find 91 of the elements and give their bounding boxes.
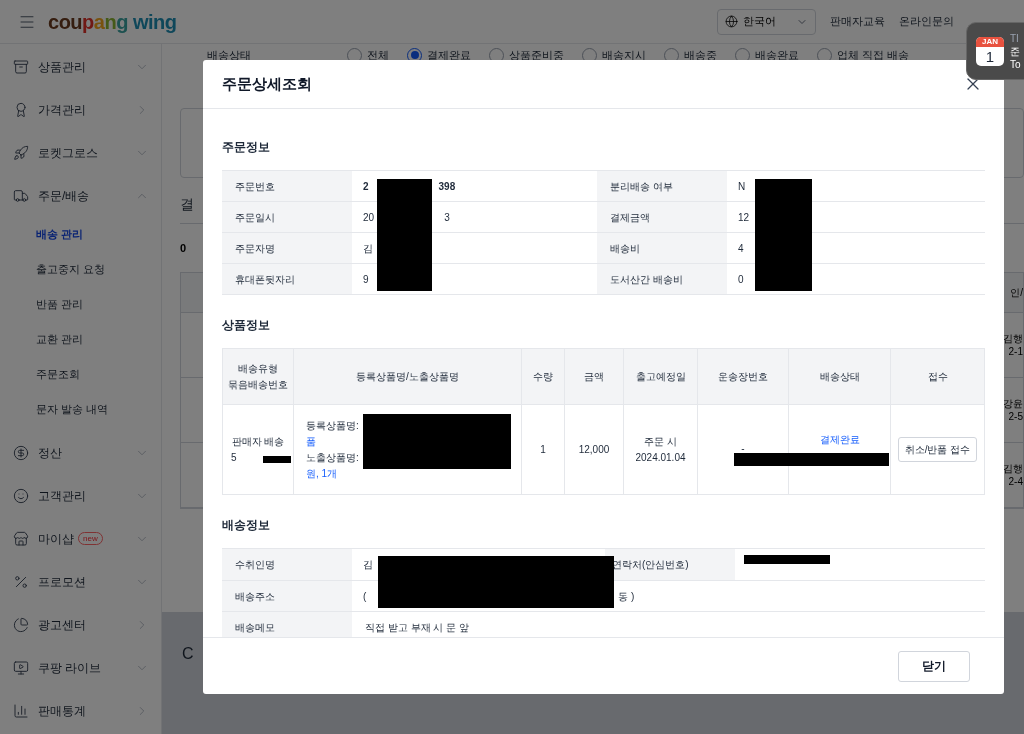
filter-label: 배송상태 [207, 47, 252, 63]
footer-text: C [182, 645, 194, 662]
notification-text: 준 [1010, 44, 1021, 58]
column-header: 수량 [522, 349, 565, 404]
field-value: 2 [363, 179, 369, 194]
sidebar-item[interactable]: 가격관리 [0, 88, 161, 131]
sidebar-item[interactable]: 쿠팡 라이브 [0, 646, 161, 689]
field-value: 9 [363, 272, 369, 287]
table-cell: 주문 시 2024.01.04 [624, 405, 698, 494]
column-header: 금액 [565, 349, 624, 404]
sidebar-subitem[interactable]: 교환 관리 [0, 322, 161, 357]
field-value: 398 [438, 179, 456, 194]
field-value: 김 [363, 558, 373, 572]
field-value: 동 ) [618, 589, 635, 604]
section-title: 상품정보 [222, 317, 271, 334]
field-label: 배송주소 [222, 581, 352, 611]
sidebar-subitem[interactable]: 출고중지 요청 [0, 252, 161, 287]
dialog-title: 주문상세조회 [222, 73, 312, 94]
calendar-icon: JAN 1 [976, 36, 1004, 66]
column-header: 출고예정일 [624, 349, 698, 404]
result-count: 0 [180, 240, 187, 256]
logo[interactable]: coupang wing [48, 6, 177, 37]
sidebar-item[interactable]: 판매통계 [0, 689, 161, 732]
pie-chart-icon [13, 616, 29, 633]
field-label: 수취인명 [222, 549, 352, 580]
rocket-icon [13, 144, 29, 161]
column-header: 접수 [926, 369, 949, 384]
section-title: 배송정보 [222, 517, 271, 534]
field-value: N [738, 179, 746, 194]
field-label: 배송비 [597, 233, 727, 263]
globe-icon [725, 15, 738, 28]
field-value: 0 [738, 272, 744, 287]
language-select[interactable]: 한국어 [717, 8, 816, 35]
column-header: 인/ [1010, 286, 1023, 300]
sidebar-subitem[interactable]: 주문조회 [0, 357, 161, 392]
sidebar-item[interactable]: 고객관리 [0, 474, 161, 517]
field-label: 주문자명 [222, 233, 352, 263]
smile-icon [13, 487, 29, 504]
close-dialog-button[interactable]: 닫기 [898, 650, 970, 682]
field-label: 결제금액 [597, 202, 727, 232]
medal-icon [13, 101, 29, 118]
cancel-return-button[interactable]: 취소/반품 접수 [897, 437, 978, 462]
field-label: 연락처(안심번호) [605, 549, 735, 580]
sidebar-subitem[interactable]: 반품 관리 [0, 287, 161, 322]
sidebar-item[interactable]: 로켓그로스 [0, 131, 161, 174]
notification[interactable]: JAN 1 TI 준 To [966, 22, 1024, 80]
box-icon [13, 58, 29, 75]
field-value: 20 [363, 210, 375, 225]
sidebar-item[interactable]: 주문/배송 [0, 174, 161, 217]
table-cell: 김행 2-1 [1003, 332, 1023, 358]
field-label: 도서산간 배송비 [597, 264, 727, 294]
coin-icon [13, 444, 29, 461]
field-label: 분리배송 여부 [597, 171, 727, 201]
table-cell: 강윤 2-5 [1003, 397, 1023, 423]
field-value: 4 [738, 241, 744, 256]
field-value: 직접 받고 부재 시 문 앞 [364, 620, 470, 635]
field-value: 3 [444, 210, 450, 225]
field-value: ( [363, 589, 367, 604]
table-cell: 12,000 [565, 405, 624, 494]
section-heading: 결 [180, 195, 194, 214]
monitor-icon [13, 659, 29, 676]
table-cell: 김행 2-4 [1003, 462, 1023, 488]
table-cell: 1 [522, 405, 565, 494]
sidebar-item[interactable]: 프로모션 [0, 560, 161, 603]
percent-icon [13, 573, 29, 590]
store-icon [13, 530, 29, 547]
notification-text: TI [1010, 31, 1020, 45]
column-header: 등록상품명/노출상품명 [294, 349, 522, 404]
redaction-box [263, 456, 291, 463]
sidebar-item[interactable]: 마이샵 new [0, 517, 161, 560]
sidebar-item[interactable]: 상품관리 [0, 45, 161, 88]
truck-icon [13, 187, 29, 204]
field-label: 배송메모 [222, 612, 352, 637]
field-label: 휴대폰뒷자리 [222, 264, 352, 294]
sidebar-subitem[interactable]: 문자 발송 내역 [0, 392, 161, 427]
header-link[interactable]: 판매자교육 [830, 13, 885, 30]
field-label: 주문번호 [222, 171, 352, 201]
field-value: 12 [738, 210, 750, 225]
field-value: 김 [363, 241, 373, 256]
sidebar-item[interactable]: 정산 [0, 431, 161, 474]
sidebar-subitem[interactable]: 배송 관리 [0, 217, 161, 252]
column-header: 운송장번호 [698, 349, 789, 404]
section-title: 주문정보 [222, 139, 271, 156]
header-link[interactable]: 온라인문의 [899, 13, 954, 30]
bar-chart-icon [13, 702, 29, 719]
column-header: 배송상태 [789, 349, 891, 404]
column-header: 배송유형 묶음배송번호 [223, 349, 294, 404]
notification-text: To [1010, 57, 1021, 71]
field-label: 주문일시 [222, 202, 352, 232]
sidebar-item[interactable]: 광고센터 [0, 603, 161, 646]
status-link[interactable]: 결제완료 [819, 432, 860, 447]
